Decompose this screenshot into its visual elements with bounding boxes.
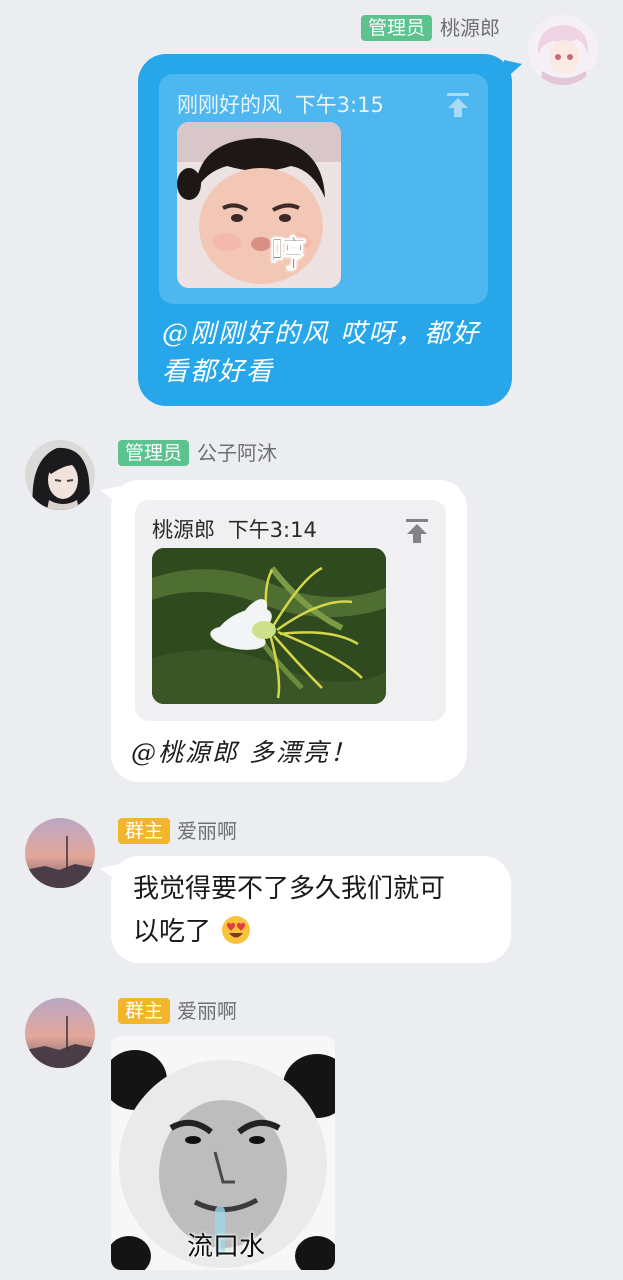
- quote-author: 桃源郎: [152, 518, 215, 542]
- message-text: @刚刚好的风 哎呀，都好 看都好看: [162, 319, 481, 387]
- avatar-aili[interactable]: [25, 818, 95, 888]
- panda-meme-sticker[interactable]: 流口水: [111, 1036, 335, 1270]
- sender-name[interactable]: 桃源郎: [440, 15, 500, 41]
- quote-header: 桃源郎 下午3:14: [152, 517, 317, 543]
- quote-author: 刚刚好的风: [177, 93, 282, 117]
- admin-badge: 管理员: [361, 15, 433, 41]
- message-text: @桃源郎 多漂亮！: [131, 738, 357, 767]
- avatar-gongziamu[interactable]: [25, 440, 95, 510]
- avatar-taoyuanlang[interactable]: [528, 15, 598, 85]
- sender-name[interactable]: 公子阿沐: [197, 440, 277, 466]
- sticker-caption: 哼: [269, 234, 307, 276]
- sender-name[interactable]: 爱丽啊: [177, 998, 237, 1024]
- pin-to-top-icon[interactable]: [447, 93, 469, 117]
- quote-time: 下午3:15: [294, 93, 384, 117]
- owner-badge: 群主: [118, 998, 171, 1024]
- quote-header: 刚刚好的风 下午3:15: [177, 92, 384, 118]
- sticker-caption: 流口水: [187, 1232, 266, 1262]
- heart-eyes-emoji: [222, 916, 251, 944]
- message-text: 我觉得要不了多久我们就可 以吃了: [133, 874, 446, 947]
- admin-badge: 管理员: [118, 440, 190, 466]
- quoted-photo-flower[interactable]: [152, 548, 386, 704]
- quoted-sticker-image[interactable]: 哼: [177, 122, 341, 288]
- pin-to-top-icon[interactable]: [406, 519, 428, 543]
- quote-time: 下午3:14: [227, 518, 317, 542]
- owner-badge: 群主: [118, 818, 171, 844]
- avatar-aili[interactable]: [25, 998, 95, 1068]
- sender-name[interactable]: 爱丽啊: [177, 818, 237, 844]
